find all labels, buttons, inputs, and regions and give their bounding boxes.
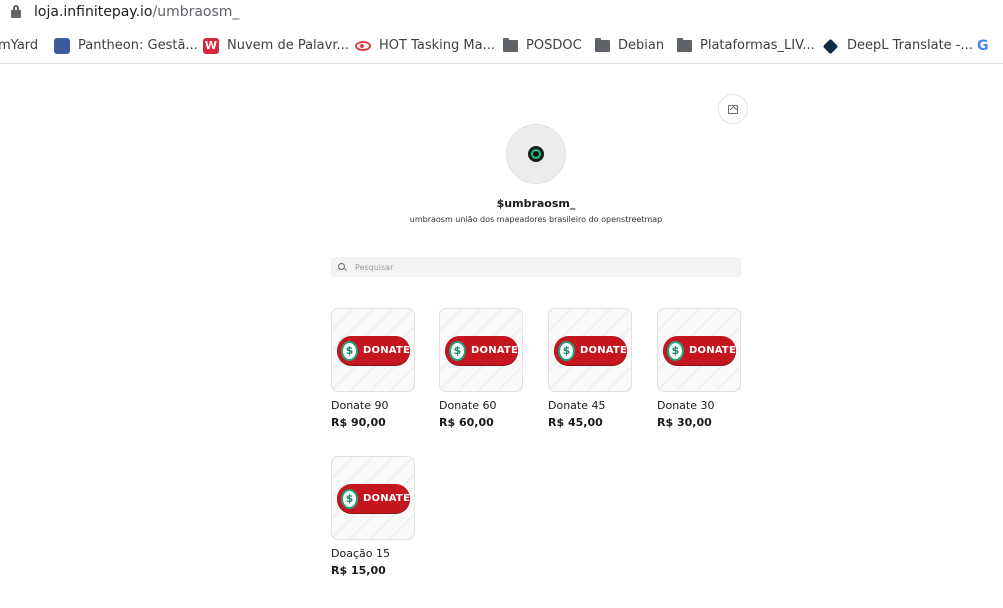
url-text[interactable]: loja.infinitepay.io/umbraosm_	[34, 3, 239, 21]
share-button[interactable]	[718, 94, 748, 124]
bookmark-folder-debian[interactable]: Debian	[594, 37, 664, 55]
donate-badge: $ DONATE	[337, 484, 410, 513]
product-name[interactable]: Donate 30	[657, 399, 767, 412]
bookmark-label: Debian	[618, 38, 665, 53]
bookmark-label: Nuvem de Palavr...	[227, 38, 349, 53]
product-price: R$ 60,00	[439, 416, 494, 429]
share-icon	[728, 104, 738, 114]
product-image[interactable]: $ DONATE	[439, 308, 523, 392]
pantheon-icon	[54, 38, 70, 54]
lock-icon[interactable]	[11, 5, 21, 18]
green-ring-logo-icon	[528, 146, 544, 162]
bookmark-pantheon[interactable]: Pantheon: Gestã...	[54, 37, 198, 55]
dollar-coin-icon: $	[667, 340, 684, 361]
search-icon	[338, 263, 345, 270]
product-price: R$ 90,00	[331, 416, 386, 429]
url-path: /umbraosm_	[152, 4, 240, 20]
folder-icon	[502, 38, 518, 54]
bookmark-label: POSDOC	[526, 38, 582, 53]
bookmark-label: HOT Tasking Ma...	[379, 38, 495, 53]
search-bar[interactable]	[331, 257, 741, 277]
bookmark-folder-posdoc[interactable]: POSDOC	[502, 37, 582, 55]
hot-icon	[355, 41, 371, 51]
product-image[interactable]: $ DONATE	[548, 308, 632, 392]
search-input[interactable]	[355, 259, 725, 275]
dollar-coin-icon: $	[449, 340, 466, 361]
product-price: R$ 15,00	[331, 564, 386, 577]
bookmark-hot-tasking[interactable]: HOT Tasking Ma...	[355, 37, 495, 55]
store-name: $umbraosm_	[496, 197, 576, 210]
product-price: R$ 30,00	[657, 416, 712, 429]
bookmarks-bar: mYard Pantheon: Gestã... W Nuvem de Pala…	[0, 26, 1003, 64]
donate-badge-label: DONATE	[471, 345, 518, 356]
donate-badge: $ DONATE	[445, 336, 518, 365]
bookmark-label: mYard	[0, 38, 39, 53]
dollar-coin-icon: $	[341, 488, 358, 509]
nuvem-icon: W	[203, 38, 219, 54]
bookmark-label: DeepL Translate -...	[847, 38, 973, 53]
product-image[interactable]: $ DONATE	[657, 308, 741, 392]
bookmark-folder-plataformas[interactable]: Plataformas_LIV...	[676, 37, 815, 55]
store-description: umbraosm união dos mapeadores brasileiro…	[409, 215, 663, 224]
folder-icon	[676, 38, 692, 54]
address-bar[interactable]: loja.infinitepay.io/umbraosm_	[0, 0, 1003, 26]
product-name[interactable]: Doação 15	[331, 547, 441, 560]
product-name[interactable]: Donate 60	[439, 399, 549, 412]
store-avatar	[506, 124, 566, 184]
product-image[interactable]: $ DONATE	[331, 456, 415, 540]
donate-badge: $ DONATE	[663, 336, 736, 365]
product-name[interactable]: Donate 45	[548, 399, 658, 412]
dollar-coin-icon: $	[558, 340, 575, 361]
product-image[interactable]: $ DONATE	[331, 308, 415, 392]
product-name[interactable]: Donate 90	[331, 399, 441, 412]
donate-badge: $ DONATE	[337, 336, 410, 365]
dollar-coin-icon: $	[341, 340, 358, 361]
google-icon: G	[977, 38, 989, 54]
donate-badge-label: DONATE	[689, 345, 736, 356]
bookmark-label: Pantheon: Gestã...	[78, 38, 198, 53]
url-host: loja.infinitepay.io	[34, 4, 153, 20]
bookmark-label: Plataformas_LIV...	[700, 38, 815, 53]
donate-badge-label: DONATE	[363, 345, 410, 356]
bookmark-nuvem[interactable]: W Nuvem de Palavr...	[203, 37, 349, 55]
folder-icon	[594, 38, 610, 54]
bookmark-deepl[interactable]: DeepL Translate -...	[822, 37, 973, 55]
donate-badge: $ DONATE	[554, 336, 627, 365]
donate-badge-label: DONATE	[580, 345, 627, 356]
donate-badge-label: DONATE	[363, 493, 410, 504]
bookmark-myard[interactable]: mYard	[0, 37, 38, 55]
product-price: R$ 45,00	[548, 416, 603, 429]
deepl-icon	[822, 38, 839, 54]
bookmark-google[interactable]: G	[977, 37, 989, 55]
